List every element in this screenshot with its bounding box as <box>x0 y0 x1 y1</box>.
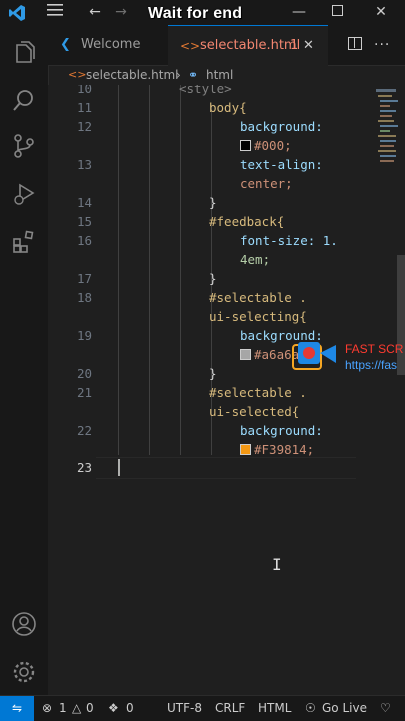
breadcrumb-node[interactable]: html <box>206 65 233 85</box>
code-line: } <box>209 271 217 286</box>
extensions-icon[interactable] <box>11 229 37 255</box>
breadcrumb: <> selectable.html › ⚭ html <box>48 65 405 85</box>
minimize-icon[interactable]: — <box>288 0 310 25</box>
html-file-icon: <> <box>68 68 87 81</box>
color-swatch[interactable] <box>240 140 251 151</box>
line-number: 13 <box>76 157 92 172</box>
problem-count-badge: 1 <box>290 38 299 53</box>
line-number: 14 <box>76 195 92 210</box>
indent-guide <box>180 85 181 455</box>
code-line: <style> <box>179 85 232 96</box>
watermark-line2: https://fas <box>345 358 398 372</box>
code-line-wrapped: ui-selected{ <box>209 404 300 419</box>
line-number: 20 <box>76 366 92 381</box>
language-mode[interactable]: HTML <box>258 696 291 720</box>
remote-indicator-icon[interactable]: ⇋ <box>0 696 34 721</box>
code-editor[interactable]: 10 <style> 11 body{ 12 background: #000;… <box>48 85 405 695</box>
status-bar: ⇋ ⊗ 1 △ 0 ❖ 0 UTF-8 CRLF HTML ☉ Go Live … <box>0 695 405 721</box>
back-arrow-icon[interactable]: ← <box>84 0 106 25</box>
code-line: #feedback{ <box>209 214 285 229</box>
forward-arrow-icon[interactable]: → <box>110 0 132 25</box>
bell-icon[interactable]: ♡ <box>380 696 391 720</box>
code-line-wrapped: 4em; <box>240 252 271 267</box>
editor-tabs: ❮ Welcome <> selectable.html 1 ✕ ··· <box>48 25 405 66</box>
line-number: 19 <box>76 328 92 343</box>
current-line-highlight <box>96 457 356 479</box>
recorder-logo-icon <box>292 342 336 370</box>
watermark: FAST SCR https://fas <box>292 340 405 380</box>
color-swatch[interactable] <box>240 444 251 455</box>
indent-guide <box>118 85 119 455</box>
line-number: 21 <box>76 385 92 400</box>
text-cursor <box>118 459 120 476</box>
code-line: font-size: 1. <box>240 233 338 248</box>
line-number: 23 <box>76 460 92 475</box>
more-actions-icon[interactable]: ··· <box>374 25 390 65</box>
search-icon[interactable] <box>11 87 37 113</box>
line-number: 15 <box>76 214 92 229</box>
code-line: background: <box>240 423 323 438</box>
error-icon[interactable]: ⊗ <box>42 696 52 720</box>
indent-guide <box>149 85 150 455</box>
line-number: 12 <box>76 119 92 134</box>
code-line-wrapped: center; <box>240 176 293 191</box>
account-icon[interactable] <box>11 611 37 637</box>
settings-gear-icon[interactable] <box>11 659 37 685</box>
explorer-icon[interactable] <box>11 39 37 65</box>
minimap[interactable] <box>368 85 405 695</box>
code-line: } <box>209 195 217 210</box>
run-debug-icon[interactable] <box>11 181 37 207</box>
breadcrumb-file[interactable]: selectable.html <box>86 65 179 85</box>
color-swatch[interactable] <box>240 349 251 360</box>
go-live-button[interactable]: Go Live <box>322 696 367 720</box>
code-line-wrapped: #F39814; <box>240 442 314 457</box>
title-bar: ← → Wait for end — ✕ <box>0 0 405 25</box>
code-line: body{ <box>209 100 247 115</box>
line-ending[interactable]: CRLF <box>215 696 245 720</box>
code-line-wrapped: ui-selecting{ <box>209 309 307 324</box>
line-number: 18 <box>76 290 92 305</box>
code-line: #selectable . <box>209 385 307 400</box>
code-line: } <box>209 366 217 381</box>
line-number: 11 <box>76 100 92 115</box>
line-number: 22 <box>76 423 92 438</box>
vscode-tab-icon: ❮ <box>60 37 71 52</box>
line-number: 10 <box>76 85 92 96</box>
tab-welcome[interactable]: ❮ Welcome <box>48 25 168 65</box>
code-line: #selectable . <box>209 290 307 305</box>
tab-selectable-html[interactable]: <> selectable.html 1 ✕ <box>168 25 328 66</box>
source-control-icon[interactable] <box>11 133 37 159</box>
ports-icon[interactable]: ❖ <box>108 696 119 720</box>
warning-icon[interactable]: △ <box>72 696 81 720</box>
menu-icon[interactable] <box>44 0 66 25</box>
video-caption: Wait for end <box>148 5 243 22</box>
code-line: text-align: <box>240 157 323 172</box>
ports-count[interactable]: 0 <box>126 696 134 720</box>
chevron-right-icon: › <box>176 68 181 82</box>
tab-label: selectable.html <box>200 38 301 53</box>
line-number: 16 <box>76 233 92 248</box>
element-node-icon: ⚭ <box>188 68 199 82</box>
html-file-icon: <> <box>180 39 201 53</box>
warning-count[interactable]: 0 <box>86 696 94 720</box>
activity-bar <box>0 25 49 695</box>
close-tab-icon[interactable]: ✕ <box>303 26 314 66</box>
watermark-line1: FAST SCR <box>345 342 404 356</box>
maximize-icon[interactable] <box>326 0 348 25</box>
code-line-wrapped: #000; <box>240 138 292 153</box>
code-line: background: <box>240 119 323 134</box>
encoding[interactable]: UTF-8 <box>167 696 202 720</box>
tab-label: Welcome <box>81 37 141 52</box>
split-editor-icon[interactable] <box>348 37 362 50</box>
line-number: 17 <box>76 271 92 286</box>
close-window-icon[interactable]: ✕ <box>370 0 392 25</box>
ibeam-cursor-icon: I <box>272 555 282 574</box>
vscode-logo-icon <box>6 0 28 25</box>
error-count[interactable]: 1 <box>59 696 67 720</box>
broadcast-icon[interactable]: ☉ <box>305 696 316 720</box>
